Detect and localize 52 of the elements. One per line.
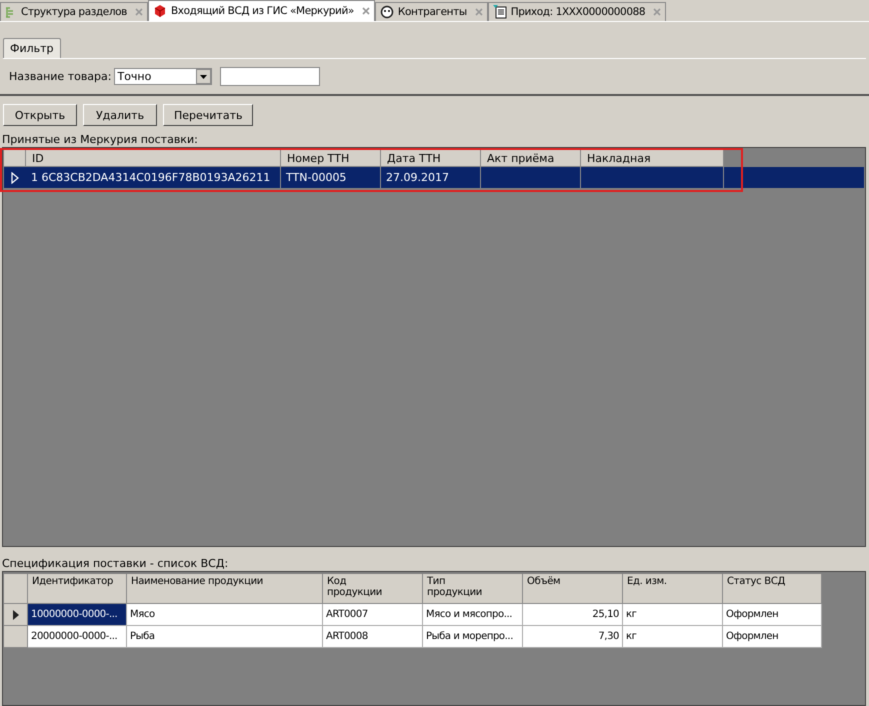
table-cell: кг xyxy=(623,604,723,626)
table-cell: Рыба и морепро... xyxy=(423,626,523,648)
close-icon[interactable] xyxy=(653,8,662,16)
column-header[interactable]: ID xyxy=(26,150,281,167)
document-tab[interactable]: Входящий ВСД из ГИС «Меркурий» xyxy=(148,0,375,21)
action-button[interactable]: Открыть xyxy=(3,104,77,126)
column-header[interactable]: Статус ВСД xyxy=(723,574,822,604)
column-header[interactable]: Наименование продукции xyxy=(127,574,323,604)
table-cell: Оформлен xyxy=(723,604,822,626)
close-icon[interactable] xyxy=(362,7,370,15)
cube-icon xyxy=(152,4,167,18)
match-dropdown[interactable]: Точно xyxy=(114,68,212,85)
table-cell: Мясо и мясопро... xyxy=(423,604,523,626)
close-icon[interactable] xyxy=(134,8,143,16)
table-row[interactable]: 1 6C83CB2DA4314C0196F78B0193A26211 TTN-00005 27.09.2017 xyxy=(4,167,864,188)
row-header[interactable] xyxy=(4,604,28,626)
column-header[interactable]: Тип продукции xyxy=(423,574,523,604)
document-tab[interactable]: Структура разделов xyxy=(0,2,148,21)
column-header[interactable]: Номер ТТН xyxy=(281,150,381,167)
action-button[interactable]: Перечитать xyxy=(163,104,254,126)
input-field[interactable] xyxy=(220,67,320,86)
document-tab[interactable]: Приход: 1XXX0000000088 xyxy=(488,2,666,21)
face-icon xyxy=(380,5,394,19)
table-cell: кг xyxy=(623,626,723,648)
table-cell: 27.09.2017 xyxy=(386,171,449,184)
table-cell: TTN-00005 xyxy=(286,171,346,184)
table-cell: 1 6C83CB2DA4314C0196F78B0193A26211 xyxy=(31,171,270,184)
table-cell: Оформлен xyxy=(723,626,822,648)
table-cell: ART0007 xyxy=(323,604,423,626)
column-header[interactable]: Акт приёма xyxy=(481,150,581,167)
table-cell: 20000000-0000-... xyxy=(28,626,127,648)
section-label: Спецификация поставки - список ВСД: xyxy=(1,557,230,571)
column-header[interactable]: Дата ТТН xyxy=(381,150,481,167)
close-icon[interactable] xyxy=(474,8,483,16)
column-header[interactable]: Ед. изм. xyxy=(623,574,723,604)
current-row-icon xyxy=(12,610,18,620)
column-header[interactable]: Накладная xyxy=(581,150,724,167)
column-header[interactable]: Объём xyxy=(523,574,623,604)
field-label: Название товара: xyxy=(9,70,112,83)
action-button[interactable]: Удалить xyxy=(83,104,157,126)
table-cell: 7,30 xyxy=(523,626,623,648)
section-label: Принятые из Меркурия поставки: xyxy=(1,133,199,147)
table-cell: 25,10 xyxy=(523,604,623,626)
table-cell: 10000000-0000-... xyxy=(28,604,127,626)
filter-tab[interactable]: Фильтр xyxy=(3,38,61,58)
column-header[interactable]: Идентификатор xyxy=(28,574,127,604)
document-tab[interactable]: Контрагенты xyxy=(374,2,488,21)
document-icon xyxy=(492,5,507,19)
table-cell: Рыба xyxy=(127,626,323,648)
column-header[interactable]: Код продукции xyxy=(323,574,423,604)
table-cell: Мясо xyxy=(127,604,323,626)
table-cell: ART0008 xyxy=(323,626,423,648)
